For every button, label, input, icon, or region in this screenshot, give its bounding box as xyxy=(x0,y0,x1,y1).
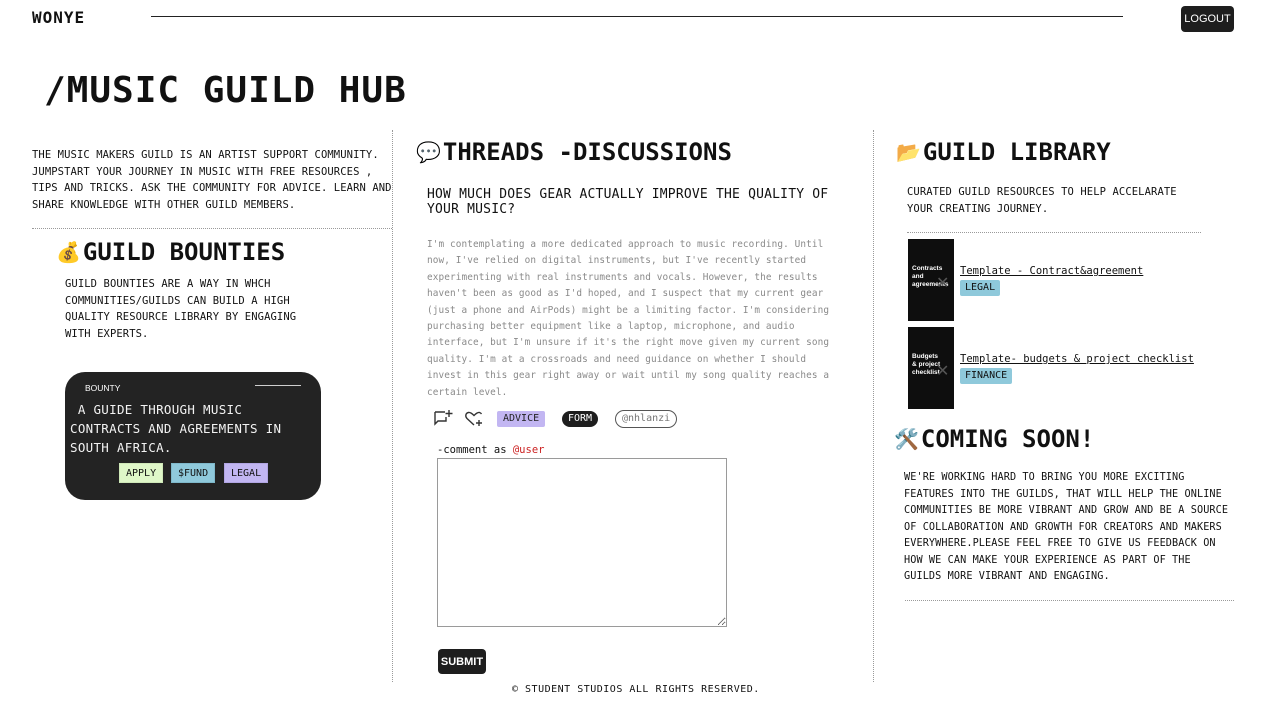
legal-tag[interactable]: LEGAL xyxy=(960,280,1001,296)
thread-body: I'm contemplating a more dedicated appro… xyxy=(427,239,830,398)
comment-input[interactable] xyxy=(437,458,727,627)
bounty-tag: BOUNTY xyxy=(85,383,121,393)
money-bag-icon: 💰 xyxy=(56,240,81,264)
bounty-title: A GUIDE THROUGH MUSIC CONTRACTS AND AGRE… xyxy=(70,400,316,457)
thread-question[interactable]: HOW MUCH DOES GEAR ACTUALLY IMPROVE THE … xyxy=(427,187,847,217)
threads-heading: 💬 THREADS -DISCUSSIONS xyxy=(416,138,732,166)
coming-soon-heading: 🛠️ COMING SOON! xyxy=(894,425,1094,453)
library-heading: 📂 GUILD LIBRARY xyxy=(896,138,1111,166)
library-item-thumbnail[interactable]: Contracts and agreements ✕ xyxy=(908,239,954,321)
bounties-heading: 💰 GUILD BOUNTIES xyxy=(56,238,285,266)
guild-intro-text: THE MUSIC MAKERS GUILD IS AN ARTIST SUPP… xyxy=(32,149,392,211)
library-item-link[interactable]: Template - Contract&agreement xyxy=(960,265,1143,277)
comment-label: -comment as @user xyxy=(437,444,544,456)
folder-icon: 📂 xyxy=(896,140,921,164)
header-divider xyxy=(151,16,1123,17)
close-mark-icon: ✕ xyxy=(936,363,950,380)
speech-bubble-icon: 💬 xyxy=(416,140,441,164)
form-tag[interactable]: FORM xyxy=(562,411,599,427)
bounty-card-rule xyxy=(255,385,301,386)
intro-divider xyxy=(32,228,392,229)
library-item-link[interactable]: Template- budgets & project checklist xyxy=(960,353,1194,365)
coming-soon-text: WE'RE WORKING HARD TO BRING YOU MORE EXC… xyxy=(904,472,1229,582)
add-comment-icon[interactable] xyxy=(432,408,454,430)
legal-tag[interactable]: LEGAL xyxy=(224,463,269,483)
tools-icon: 🛠️ xyxy=(894,427,919,451)
coming-soon-divider xyxy=(905,600,1234,601)
library-item-thumbnail[interactable]: Budgets & project checklist ✕ xyxy=(908,327,954,409)
bounty-card[interactable]: BOUNTY A GUIDE THROUGH MUSIC CONTRACTS A… xyxy=(65,372,321,500)
bounties-heading-label: GUILD BOUNTIES xyxy=(82,238,286,266)
comment-user: @user xyxy=(512,444,545,456)
close-mark-icon: ✕ xyxy=(936,275,950,292)
advice-tag[interactable]: ADVICE xyxy=(497,411,546,427)
bounty-title-text: A GUIDE THROUGH MUSIC CONTRACTS AND AGRE… xyxy=(70,402,282,455)
author-tag[interactable]: @nhlanzi xyxy=(615,410,678,428)
submit-button[interactable]: SUBMIT xyxy=(438,649,486,674)
library-divider xyxy=(907,232,1201,233)
footer-copyright: © STUDENT STUDIOS ALL RIGHTS RESERVED. xyxy=(512,684,760,695)
finance-tag[interactable]: FINANCE xyxy=(960,368,1013,384)
like-add-icon[interactable] xyxy=(463,408,485,430)
page-title: /MUSIC GUILD HUB xyxy=(44,70,407,111)
threads-heading-label: THREADS -DISCUSSIONS xyxy=(442,138,732,166)
comment-label-prefix: -comment as xyxy=(437,444,513,456)
logout-button[interactable]: LOGOUT xyxy=(1181,6,1234,32)
apply-button[interactable]: APPLY xyxy=(119,463,164,483)
bounties-description: GUILD BOUNTIES ARE A WAY IN WHCH COMMUNI… xyxy=(65,278,297,340)
fund-button[interactable]: $FUND xyxy=(171,463,216,483)
library-description: CURATED GUILD RESOURCES TO HELP ACCELARA… xyxy=(907,186,1177,215)
library-heading-label: GUILD LIBRARY xyxy=(922,138,1111,166)
coming-soon-heading-label: COMING SOON! xyxy=(920,425,1095,453)
brand-logo[interactable]: WONYE xyxy=(32,8,85,27)
column-divider-right xyxy=(873,130,874,682)
